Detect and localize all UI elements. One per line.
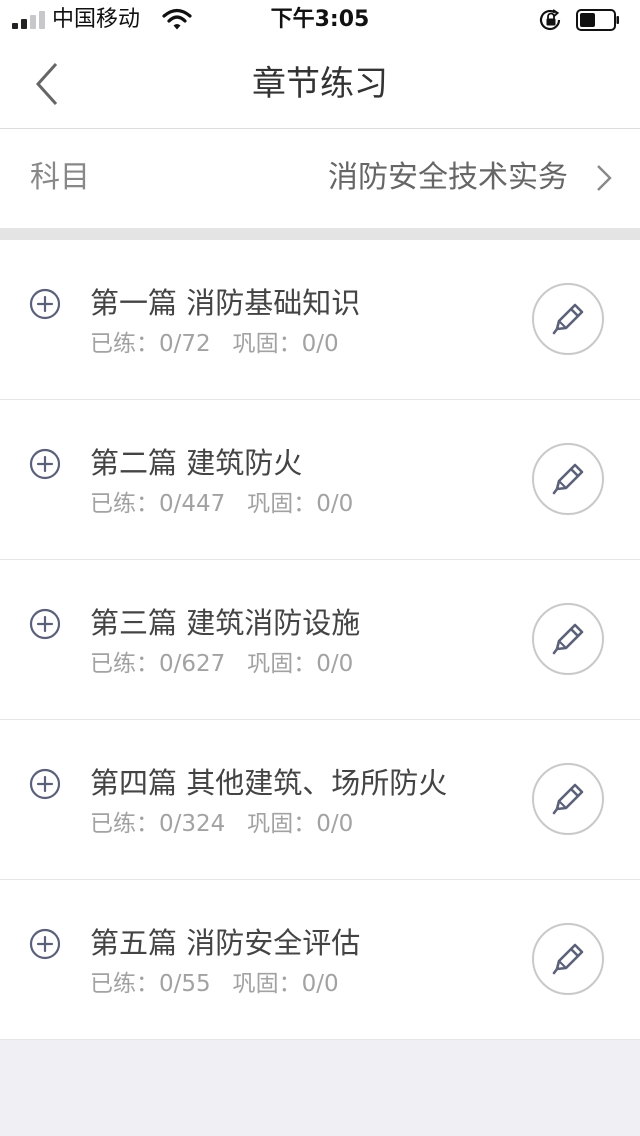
consolidated-label: 巩固： (232, 331, 302, 357)
chapter-list: 第一篇 消防基础知识 已练：0/72 巩固：0/0 第二篇 建筑防火 已练：0/4… (0, 240, 640, 1040)
pencil-icon (552, 463, 584, 495)
plus-circle-icon[interactable] (29, 768, 61, 800)
chapter-row-5[interactable]: 第五篇 消防安全评估 已练：0/55 巩固：0/0 (0, 880, 640, 1040)
consolidated-label: 巩固： (247, 811, 317, 837)
consolidated-count: 0/0 (316, 491, 354, 517)
practiced-label: 已练： (90, 971, 159, 997)
chapter-stats: 已练：0/72 巩固：0/0 (90, 329, 339, 359)
chapter-title: 第四篇 其他建筑、场所防火 (90, 766, 448, 800)
section-divider (0, 228, 640, 240)
practice-button[interactable] (532, 763, 604, 835)
subject-selector[interactable]: 科目 消防安全技术实务 (0, 129, 640, 228)
chapter-stats: 已练：0/55 巩固：0/0 (90, 969, 339, 999)
practiced-label: 已练： (90, 811, 159, 837)
status-bar: 中国移动 下午3:05 (0, 0, 640, 40)
practiced-label: 已练： (90, 651, 159, 677)
chapter-stats: 已练：0/447 巩固：0/0 (90, 489, 353, 519)
consolidated-count: 0/0 (316, 811, 354, 837)
plus-circle-icon[interactable] (29, 288, 61, 320)
pencil-icon (552, 943, 584, 975)
battery-icon (576, 9, 619, 31)
page-title: 章节练习 (252, 64, 388, 104)
chapter-stats: 已练：0/627 巩固：0/0 (90, 649, 353, 679)
chapter-row-2[interactable]: 第二篇 建筑防火 已练：0/447 巩固：0/0 (0, 400, 640, 560)
consolidated-label: 巩固： (232, 971, 302, 997)
chevron-right-icon (597, 165, 612, 191)
plus-circle-icon[interactable] (29, 928, 61, 960)
chapter-row-4[interactable]: 第四篇 其他建筑、场所防火 已练：0/324 巩固：0/0 (0, 720, 640, 880)
pencil-icon (552, 783, 584, 815)
consolidated-label: 巩固： (247, 491, 317, 517)
chapter-title: 第五篇 消防安全评估 (90, 926, 361, 960)
chapter-title: 第三篇 建筑消防设施 (90, 606, 361, 640)
practiced-label: 已练： (90, 331, 159, 357)
practiced-count: 0/72 (159, 331, 211, 357)
chapter-practice-screen: 中国移动 下午3:05 章节练习 科目 消防安全技术实务 第一篇 消防基础知识 … (0, 0, 640, 1136)
chapter-title: 第一篇 消防基础知识 (90, 286, 361, 320)
practice-button[interactable] (532, 603, 604, 675)
subject-value: 消防安全技术实务 (328, 160, 568, 195)
practice-button[interactable] (532, 443, 604, 515)
plus-circle-icon[interactable] (29, 448, 61, 480)
chapter-title: 第二篇 建筑防火 (90, 446, 303, 480)
subject-label: 科目 (30, 160, 90, 195)
consolidated-count: 0/0 (316, 651, 354, 677)
consolidated-label: 巩固： (247, 651, 317, 677)
practiced-count: 0/324 (159, 811, 226, 837)
nav-bar: 章节练习 (0, 40, 640, 129)
chapter-row-1[interactable]: 第一篇 消防基础知识 已练：0/72 巩固：0/0 (0, 240, 640, 400)
consolidated-count: 0/0 (301, 971, 339, 997)
consolidated-count: 0/0 (301, 331, 339, 357)
practiced-count: 0/447 (159, 491, 226, 517)
practiced-count: 0/627 (159, 651, 226, 677)
practice-button[interactable] (532, 923, 604, 995)
plus-circle-icon[interactable] (29, 608, 61, 640)
chapter-row-3[interactable]: 第三篇 建筑消防设施 已练：0/627 巩固：0/0 (0, 560, 640, 720)
pencil-icon (552, 303, 584, 335)
practice-button[interactable] (532, 283, 604, 355)
practiced-count: 0/55 (159, 971, 211, 997)
pencil-icon (552, 623, 584, 655)
chapter-stats: 已练：0/324 巩固：0/0 (90, 809, 353, 839)
orientation-lock-icon (539, 9, 561, 31)
practiced-label: 已练： (90, 491, 159, 517)
